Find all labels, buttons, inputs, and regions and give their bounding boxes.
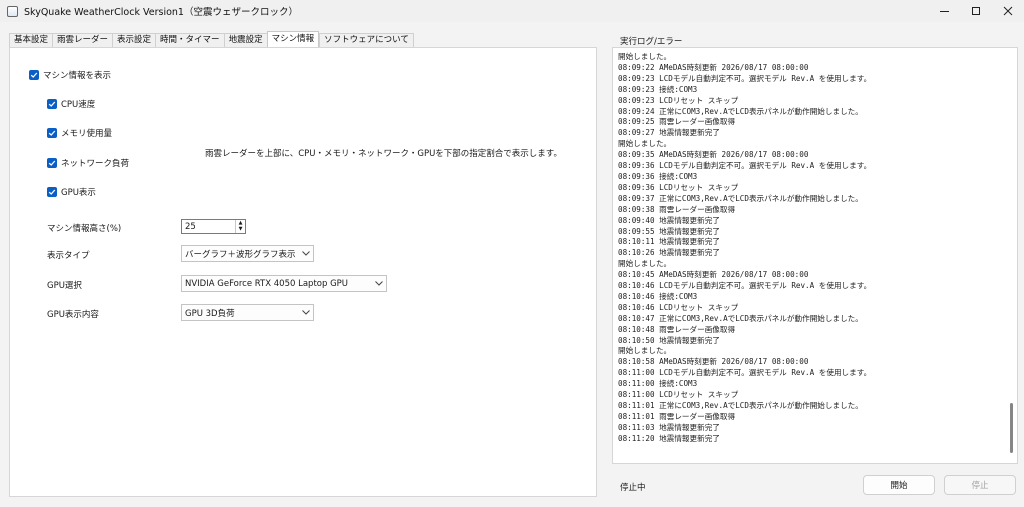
gpu-display-checkbox[interactable]: GPU表示 (47, 186, 96, 198)
log-line: 08:09:36 接続:COM3 (618, 171, 698, 181)
close-button[interactable] (992, 0, 1024, 22)
log-line: 08:11:00 LCDモデル自動判定不可。選択モデル Rev.A を使用します… (618, 368, 872, 378)
cpu-speed-checkbox[interactable]: CPU速度 (47, 98, 95, 110)
log-line: 08:09:36 LCDモデル自動判定不可。選択モデル Rev.A を使用します… (618, 161, 872, 171)
log-line: 08:11:00 LCDリセット スキップ (618, 390, 739, 400)
checkbox-checked-icon (47, 99, 57, 109)
checkbox-checked-icon (47, 158, 57, 168)
cpu-speed-label: CPU速度 (61, 100, 96, 110)
chevron-down-icon (299, 310, 313, 315)
log-textarea[interactable]: 開始しました。 08:09:22 AMeDAS時刻更新 2026/08/17 08… (612, 47, 1018, 464)
log-line: 08:11:03 地震情報更新完了 (618, 422, 720, 432)
show-machine-info-label: マシン情報を表示 (43, 71, 112, 81)
log-line: 08:09:27 地震情報更新完了 (618, 128, 720, 138)
log-line: 08:09:24 正常にCOM3,Rev.AでLCD表示パネルが動作開始しました… (618, 106, 863, 116)
height-percent-value: 25 (185, 221, 196, 232)
spinner-arrows[interactable]: ▲ ▼ (235, 220, 245, 233)
log-line: 08:09:22 AMeDAS時刻更新 2026/08/17 08:00:00 (618, 62, 809, 72)
app-icon (7, 5, 18, 17)
log-line: 08:09:55 地震情報更新完了 (618, 226, 720, 236)
gpu-content-value: GPU 3D負荷 (185, 308, 235, 319)
log-line: 開始しました。 (618, 259, 672, 269)
minimize-icon (939, 10, 949, 12)
log-line: 08:09:25 雨雲レーダー画像取得 (618, 117, 736, 127)
machine-info-panel: マシン情報を表示 CPU速度 メモリ使用量 ネットワーク負荷 GPU表示 雨雲レ… (9, 47, 597, 497)
close-icon (1003, 6, 1013, 16)
log-line: 08:10:45 AMeDAS時刻更新 2026/08/17 08:00:00 (618, 270, 809, 280)
tab-machine-info[interactable]: マシン情報 (266, 31, 320, 47)
network-load-label: ネットワーク負荷 (61, 159, 130, 169)
log-title: 実行ログ/エラー (620, 37, 683, 47)
log-line: 08:10:46 LCDモデル自動判定不可。選択モデル Rev.A を使用します… (618, 281, 872, 291)
display-type-label: 表示タイプ (47, 251, 90, 261)
tab-about[interactable]: ソフトウェアについて (319, 33, 414, 47)
checkbox-checked-icon (29, 70, 39, 80)
log-line: 08:10:46 接続:COM3 (618, 291, 698, 301)
checkbox-checked-icon (47, 187, 57, 197)
spin-down-icon[interactable]: ▼ (236, 227, 245, 234)
status-text: 停止中 (620, 483, 646, 493)
title-bar: SkyQuake WeatherClock Version1（空震ウェザークロッ… (0, 0, 1024, 22)
gpu-content-select[interactable]: GPU 3D負荷 (181, 304, 314, 321)
log-line: 08:10:50 地震情報更新完了 (618, 335, 720, 345)
log-scrollbar-thumb[interactable] (1010, 403, 1013, 453)
gpu-select-label: GPU選択 (47, 281, 82, 291)
log-lines: 開始しました。 08:09:22 AMeDAS時刻更新 2026/08/17 08… (618, 52, 871, 445)
log-line: 08:09:37 正常にCOM3,Rev.AでLCD表示パネルが動作開始しました… (618, 193, 863, 203)
log-line: 08:10:46 LCDリセット スキップ (618, 302, 739, 312)
log-line: 開始しました。 (618, 346, 672, 356)
height-percent-spinner[interactable]: 25 ▲ ▼ (181, 219, 246, 234)
log-line: 08:10:58 AMeDAS時刻更新 2026/08/17 08:00:00 (618, 357, 809, 367)
show-machine-info-checkbox[interactable]: マシン情報を表示 (29, 69, 111, 81)
display-type-value: バーグラフ＋波形グラフ表示 (185, 249, 296, 260)
log-line: 08:10:26 地震情報更新完了 (618, 248, 720, 258)
stop-button[interactable]: 停止 (944, 475, 1016, 495)
checkbox-checked-icon (47, 128, 57, 138)
window-title: SkyQuake WeatherClock Version1（空震ウェザークロッ… (24, 7, 298, 18)
gpu-select-value: NVIDIA GeForce RTX 4050 Laptop GPU (185, 278, 349, 289)
tab-rain-radar[interactable]: 雨雲レーダー (52, 33, 113, 47)
log-line: 08:11:00 接続:COM3 (618, 379, 698, 389)
minimize-button[interactable] (928, 0, 960, 22)
log-line: 08:11:01 正常にCOM3,Rev.AでLCD表示パネルが動作開始しました… (618, 401, 863, 410)
chevron-down-icon (299, 251, 313, 256)
gpu-content-label: GPU表示内容 (47, 310, 99, 320)
log-line: 08:09:36 LCDリセット スキップ (618, 182, 739, 192)
log-line: 08:09:23 LCDリセット スキップ (618, 95, 739, 105)
window-controls (928, 0, 1024, 22)
tab-basic[interactable]: 基本設定 (9, 33, 53, 47)
network-load-checkbox[interactable]: ネットワーク負荷 (47, 157, 129, 169)
settings-tabs: 基本設定 雨雲レーダー 表示設定 時間・タイマー 地震設定 マシン情報 ソフトウ… (9, 31, 414, 47)
gpu-display-label: GPU表示 (61, 188, 96, 198)
maximize-icon (972, 7, 980, 15)
log-line: 08:09:35 AMeDAS時刻更新 2026/08/17 08:00:00 (618, 150, 809, 160)
log-line: 08:10:47 正常にCOM3,Rev.AでLCD表示パネルが動作開始しました… (618, 313, 863, 323)
log-line: 08:09:40 地震情報更新完了 (618, 215, 720, 225)
maximize-button[interactable] (960, 0, 992, 22)
tab-earthquake[interactable]: 地震設定 (223, 33, 267, 47)
height-percent-label: マシン情報高さ(%) (47, 224, 122, 234)
log-line: 開始しました。 (618, 52, 672, 61)
tab-display[interactable]: 表示設定 (112, 33, 156, 47)
tab-time-timer[interactable]: 時間・タイマー (155, 33, 224, 47)
machine-info-description: 雨雲レーダーを上部に、CPU・メモリ・ネットワーク・GPUを下部の指定割合で表示… (205, 149, 562, 159)
log-line: 08:09:38 雨雲レーダー画像取得 (618, 204, 736, 214)
memory-usage-checkbox[interactable]: メモリ使用量 (47, 127, 112, 139)
display-type-select[interactable]: バーグラフ＋波形グラフ表示 (181, 245, 314, 262)
chevron-down-icon (372, 281, 386, 286)
log-line: 開始しました。 (618, 139, 672, 149)
log-line: 08:09:23 接続:COM3 (618, 84, 698, 94)
log-line: 08:11:20 地震情報更新完了 (618, 433, 720, 443)
log-line: 08:10:11 地震情報更新完了 (618, 237, 720, 247)
start-button[interactable]: 開始 (863, 475, 935, 495)
log-line: 08:11:01 雨雲レーダー画像取得 (618, 411, 736, 421)
gpu-select[interactable]: NVIDIA GeForce RTX 4050 Laptop GPU (181, 275, 387, 292)
log-line: 08:09:23 LCDモデル自動判定不可。選択モデル Rev.A を使用します… (618, 73, 872, 83)
log-line: 08:10:48 雨雲レーダー画像取得 (618, 324, 736, 334)
memory-usage-label: メモリ使用量 (61, 129, 113, 139)
